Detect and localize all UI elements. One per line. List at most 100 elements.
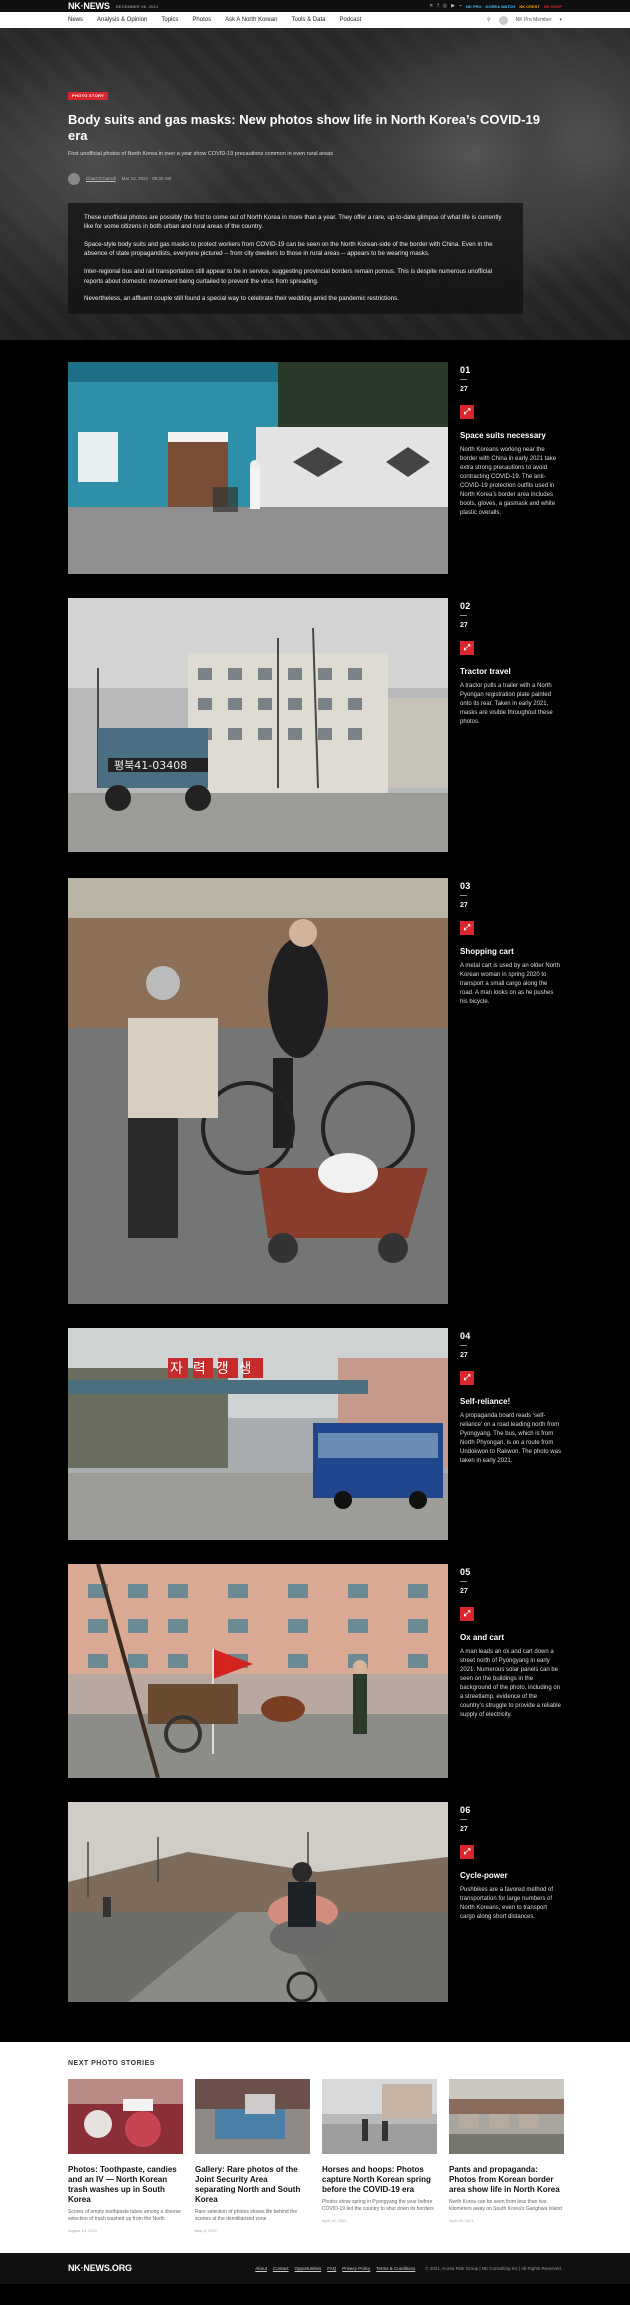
story-title[interactable]: Pants and propaganda: Photos from Korean… xyxy=(449,2165,564,2195)
story-description: Rare selection of photos shows life behi… xyxy=(195,2209,298,2223)
author-avatar xyxy=(68,172,80,185)
gallery-entry: 05 27 ⤢ Ox and cart A man leads an ox an… xyxy=(68,1564,562,1778)
user-menu[interactable]: NK Pro Member xyxy=(516,17,552,23)
instagram-icon[interactable]: ◎ xyxy=(443,3,447,9)
story-card[interactable]: Gallery: Rare photos of the Joint Securi… xyxy=(195,2079,310,2233)
story-thumbnail[interactable] xyxy=(322,2079,437,2154)
story-thumbnail[interactable] xyxy=(449,2079,564,2154)
hero: PHOTO STORY Body suits and gas masks: Ne… xyxy=(0,28,630,340)
copyright: © 2021, Korea Risk Group | NK Consulting… xyxy=(425,2265,562,2271)
photo-caption-text: A propaganda board reads ‘self-reliance’… xyxy=(460,1413,561,1464)
photo-caption-text: A metal cart is used by an older North K… xyxy=(460,963,561,1005)
footer-link-faq[interactable]: FAQ xyxy=(327,2266,336,2271)
footer-link-privacy[interactable]: Privacy Policy xyxy=(342,2266,370,2271)
footer: NK·NEWS.ORG About Contact Opportunities … xyxy=(0,2252,630,2284)
gallery-photo[interactable] xyxy=(68,878,448,1304)
gallery-photo[interactable] xyxy=(68,1564,448,1778)
avatar[interactable] xyxy=(498,15,508,25)
license-plate: 평북41-03408 xyxy=(114,759,187,772)
gallery-entry: 06 27 ⤢ Cycle-power Pushbikes are a favo… xyxy=(68,1802,562,2002)
propaganda-sign: 자력갱생 xyxy=(170,1361,262,1377)
intro-text-box: These unofficial photos are possibly the… xyxy=(68,202,523,314)
nav-ask[interactable]: Ask A North Korean xyxy=(225,17,277,23)
main-nav: News Analysis & Opinion Topics Photos As… xyxy=(0,12,630,28)
divider xyxy=(460,1345,467,1346)
expand-icon[interactable]: ⤢ xyxy=(460,641,474,655)
divider xyxy=(460,1581,467,1582)
photo-caption-text: A man leads an ox and cart down a street… xyxy=(460,1649,561,1718)
photo-caption-title: Ox and cart xyxy=(460,1633,505,1642)
gallery-photo[interactable]: 평북41-03408 xyxy=(68,598,448,852)
footer-link-opportunities[interactable]: Opportunities xyxy=(294,2266,321,2271)
photo-caption-text: Pushbikes are a favored method of transp… xyxy=(460,1887,554,1920)
nav-analysis[interactable]: Analysis & Opinion xyxy=(97,17,147,23)
search-icon[interactable]: ⚲ xyxy=(487,17,491,23)
footer-logo[interactable]: NK·NEWS.ORG xyxy=(68,2263,132,2273)
story-thumbnail[interactable] xyxy=(68,2079,183,2154)
expand-icon[interactable]: ⤢ xyxy=(460,1371,474,1385)
story-description: North Korea can be seen from less than t… xyxy=(449,2199,562,2213)
story-card[interactable]: Photos: Toothpaste, candies and an IV — … xyxy=(68,2079,183,2233)
twitter-icon[interactable]: ✕ xyxy=(429,3,433,9)
divider xyxy=(460,1819,467,1820)
photo-total: 27 xyxy=(460,386,468,393)
youtube-icon[interactable]: ▶ xyxy=(451,3,455,9)
expand-icon[interactable]: ⤢ xyxy=(460,1607,474,1621)
story-title[interactable]: Photos: Toothpaste, candies and an IV — … xyxy=(68,2165,183,2205)
gallery-photo[interactable] xyxy=(68,362,448,574)
gallery-entry: 평북41-03408 02 27 ⤢ Tractor travel A trac… xyxy=(68,598,562,852)
expand-icon[interactable]: ⤢ xyxy=(460,405,474,419)
expand-icon[interactable]: ⤢ xyxy=(460,1845,474,1859)
nk-shop-link[interactable]: NK SHOP xyxy=(544,4,562,9)
rss-icon[interactable]: ⌁ xyxy=(459,3,462,9)
gallery-entry: 01 27 ⤢ Space suits necessary North Kore… xyxy=(68,362,562,574)
photo-caption-title: Cycle-power xyxy=(460,1871,508,1880)
footer-link-contact[interactable]: Contact xyxy=(273,2266,289,2271)
photo-story-badge: PHOTO STORY xyxy=(68,91,109,100)
footer-link-terms[interactable]: Terms & Conditions xyxy=(376,2266,415,2271)
nav-tools[interactable]: Tools & Data xyxy=(291,17,325,23)
facebook-icon[interactable]: f xyxy=(437,3,438,9)
next-photo-stories: NEXT PHOTO STORIES Photos: Toothpaste, c… xyxy=(0,2042,630,2253)
story-card[interactable]: Horses and hoops: Photos capture North K… xyxy=(322,2079,437,2233)
photo-number: 04 xyxy=(460,1331,471,1341)
photo-number: 01 xyxy=(460,365,471,375)
korea-watch-link[interactable]: KOREA WATCH xyxy=(486,4,516,9)
author-link[interactable]: Chad O'Carroll xyxy=(86,176,116,181)
nav-photos[interactable]: Photos xyxy=(192,17,211,23)
photo-caption-text: North Koreans working near the border wi… xyxy=(460,447,557,516)
gallery-photo[interactable]: 자력갱생 xyxy=(68,1328,448,1540)
story-title[interactable]: Horses and hoops: Photos capture North K… xyxy=(322,2165,437,2195)
expand-icon[interactable]: ⤢ xyxy=(460,921,474,935)
photo-caption-title: Space suits necessary xyxy=(460,431,546,440)
photo-caption-title: Self-reliance! xyxy=(460,1397,511,1406)
nav-news[interactable]: News xyxy=(68,17,83,23)
photo-number: 05 xyxy=(460,1567,471,1577)
photo-number: 03 xyxy=(460,881,471,891)
top-bar: NK·NEWS DECEMBER 06, 2021 ✕ f ◎ ▶ ⌁ NK P… xyxy=(0,0,630,12)
byline: Chad O'Carroll Mar 13, 2021 · 05:32 AM xyxy=(68,172,562,185)
story-date: April 08, 2021 xyxy=(449,2217,474,2223)
story-description: Photos show spring in Pyongyang the year… xyxy=(322,2199,434,2213)
story-card[interactable]: Pants and propaganda: Photos from Korean… xyxy=(449,2079,564,2233)
nav-topics[interactable]: Topics xyxy=(161,17,178,23)
page-title: Body suits and gas masks: New photos sho… xyxy=(68,112,540,144)
nk-crest-link[interactable]: NK CREST xyxy=(519,4,539,9)
photo-total: 27 xyxy=(460,1826,468,1833)
photo-number: 02 xyxy=(460,601,471,611)
nk-pro-link[interactable]: NK PRO xyxy=(466,4,482,9)
footer-link-about[interactable]: About xyxy=(255,2266,267,2271)
current-date: DECEMBER 06, 2021 xyxy=(115,3,159,9)
section-heading: NEXT PHOTO STORIES xyxy=(68,2060,155,2067)
page-subtitle: First unofficial photos of North Korea i… xyxy=(68,150,333,157)
gallery-entry: 자력갱생 04 27 ⤢ Self-reliance! A propaganda… xyxy=(68,1328,562,1540)
nav-podcast[interactable]: Podcast xyxy=(339,17,361,23)
chevron-down-icon[interactable]: ▾ xyxy=(559,17,562,23)
site-logo[interactable]: NK·NEWS xyxy=(68,1,110,11)
story-date: April 18, 2021 xyxy=(322,2217,347,2223)
photo-caption-title: Tractor travel xyxy=(460,667,511,676)
intro-paragraph: These unofficial photos are possibly the… xyxy=(84,213,502,231)
story-thumbnail[interactable] xyxy=(195,2079,310,2154)
gallery-photo[interactable] xyxy=(68,1802,448,2002)
story-title[interactable]: Gallery: Rare photos of the Joint Securi… xyxy=(195,2165,310,2205)
